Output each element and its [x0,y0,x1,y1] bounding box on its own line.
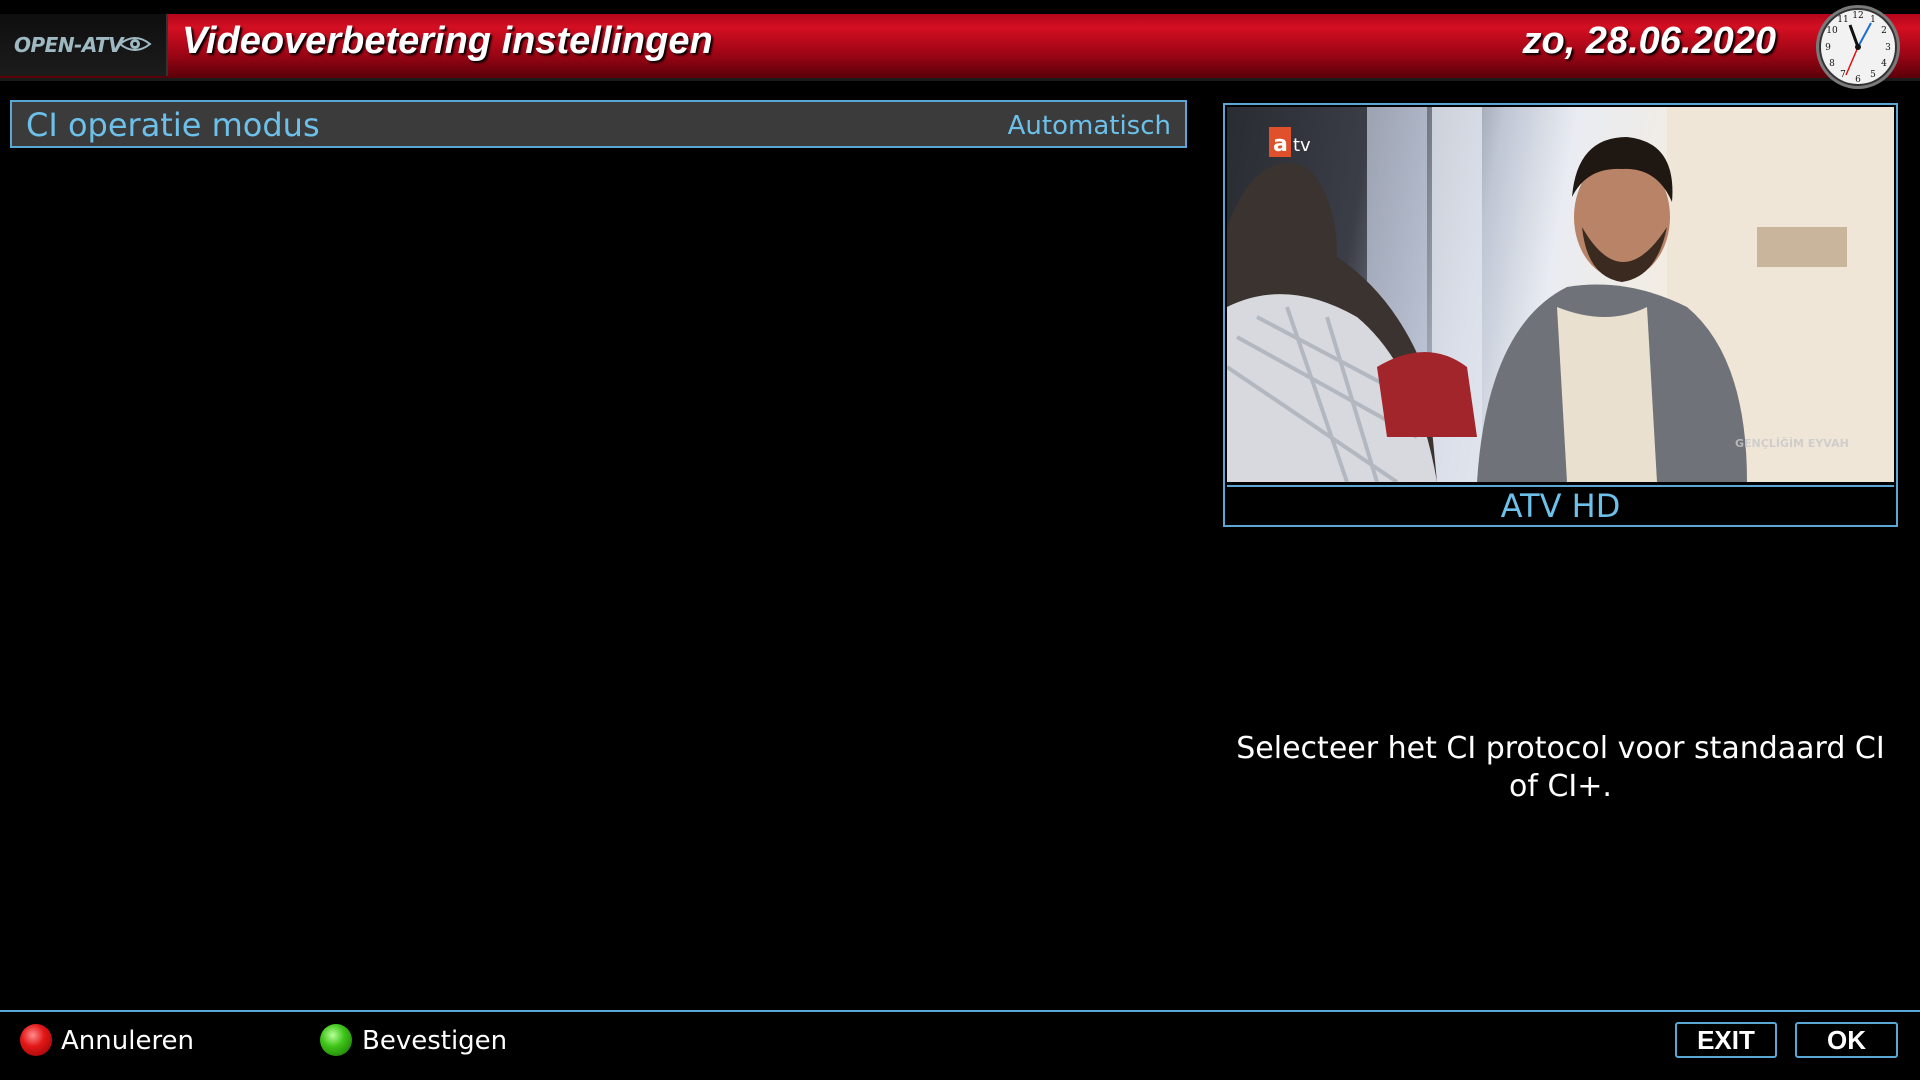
svg-text:3: 3 [1885,43,1891,53]
red-button-icon[interactable] [20,1024,52,1056]
svg-text:5: 5 [1870,70,1876,80]
analog-clock-icon: 12 12 345 678 91011 [1816,5,1900,89]
exit-button[interactable]: EXIT [1675,1022,1777,1058]
svg-text:12: 12 [1852,11,1863,21]
ok-button[interactable]: OK [1795,1022,1898,1058]
help-description: Selecteer het CI protocol voor standaard… [1236,731,1885,804]
svg-text:4: 4 [1881,59,1887,69]
header-top-strip [0,0,1920,14]
menu-item-label: CI operatie modus [26,106,320,144]
openatv-logo: OPEN-ATV [0,14,168,76]
menu-item-ci-operation-mode[interactable]: CI operatie modus Automatisch [10,100,1187,148]
eye-icon [118,37,152,51]
svg-text:2: 2 [1881,26,1887,36]
svg-text:9: 9 [1825,43,1831,53]
tv-preview-panel: a tv GENÇLİĞİM EYVAH ATV HD [1223,103,1898,527]
video-frame-image: a tv GENÇLİĞİM EYVAH [1227,107,1894,482]
channel-logo-letter: a [1273,132,1288,157]
channel-logo-tv: tv [1293,135,1311,156]
menu-item-value[interactable]: Automatisch [1008,111,1171,141]
svg-text:11: 11 [1837,15,1848,25]
green-button-icon[interactable] [320,1024,352,1056]
date-display: zo, 28.06.2020 [1522,20,1776,62]
logo-text: OPEN-ATV [14,33,124,57]
green-button-label[interactable]: Bevestigen [362,1026,507,1056]
svg-text:7: 7 [1840,70,1846,80]
footer-divider [0,1010,1920,1012]
svg-text:8: 8 [1829,59,1835,69]
channel-name: ATV HD [1500,487,1621,525]
header-bar: OPEN-ATV Videoverbetering instellingen z… [0,0,1920,81]
page-title: Videoverbetering instellingen [182,20,713,62]
video-preview: a tv GENÇLİĞİM EYVAH [1227,107,1894,482]
video-watermark: GENÇLİĞİM EYVAH [1735,436,1849,450]
svg-text:6: 6 [1855,75,1861,85]
svg-text:10: 10 [1826,26,1838,36]
red-button-label[interactable]: Annuleren [61,1026,194,1056]
